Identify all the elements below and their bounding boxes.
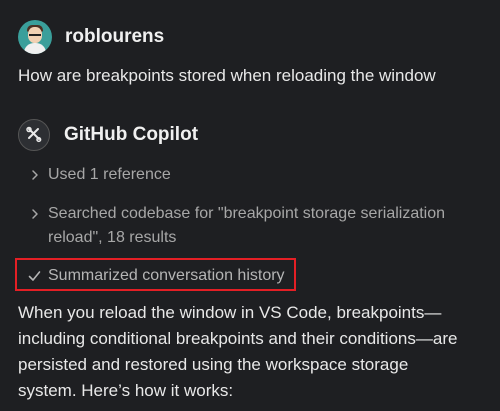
search-results-line-1: Searched codebase for "breakpoint storag… <box>48 205 446 222</box>
tools-icon <box>18 119 50 151</box>
copilot-name: GitHub Copilot <box>64 124 199 145</box>
response-line-2: including conditional breakpoints and th… <box>18 329 458 348</box>
references-item[interactable]: Used 1 reference <box>28 163 500 187</box>
search-results-item[interactable]: Searched codebase for "breakpoint storag… <box>28 202 500 250</box>
search-results-line-2: reload", 18 results <box>48 229 177 246</box>
response-text: When you reload the window in VS Code, b… <box>18 300 486 404</box>
user-message-header: roblourens <box>18 18 500 56</box>
check-icon <box>27 264 42 288</box>
response-line-1: When you reload the window in VS Code, b… <box>18 303 442 322</box>
chevron-right-icon <box>28 202 42 226</box>
references-label: Used 1 reference <box>48 166 171 183</box>
chat-panel: roblourens How are breakpoints stored wh… <box>0 0 500 411</box>
search-results-label: Searched codebase for "breakpoint storag… <box>48 202 445 250</box>
chevron-right-icon <box>28 163 42 187</box>
username: roblourens <box>65 26 165 47</box>
user-question: How are breakpoints stored when reloadin… <box>18 66 436 85</box>
response-line-3: persisted and restored using the workspa… <box>18 355 409 374</box>
response-line-4: system. Here’s how it works: <box>18 381 234 400</box>
copilot-response-header: GitHub Copilot <box>18 116 500 154</box>
summary-item[interactable]: Summarized conversation history <box>27 264 500 288</box>
summary-label: Summarized conversation history <box>48 267 285 284</box>
user-avatar-icon <box>18 20 52 54</box>
